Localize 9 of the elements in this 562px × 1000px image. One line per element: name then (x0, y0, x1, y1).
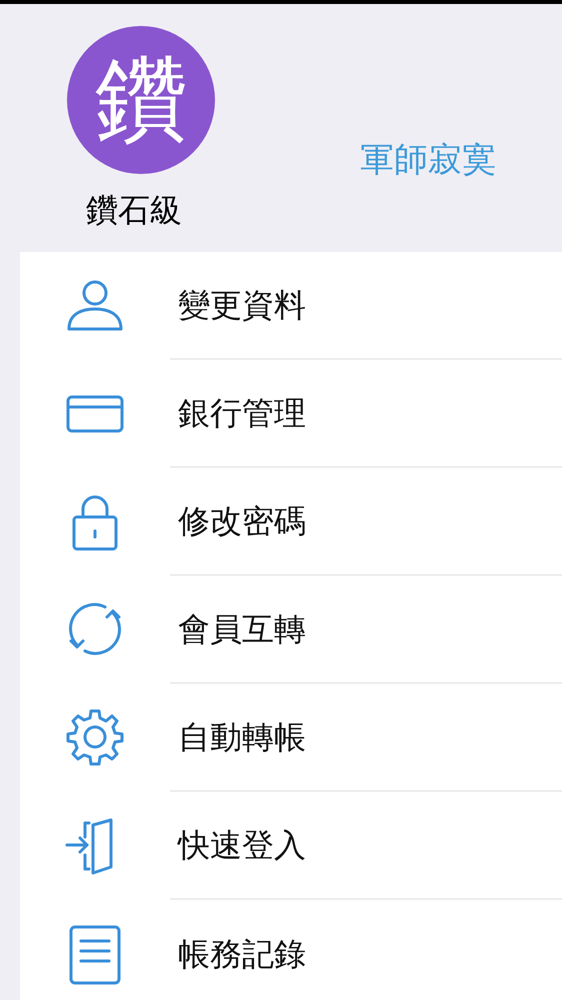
menu-item[interactable]: 自動轉帳 (178, 717, 306, 757)
menu-item[interactable]: 帳務記錄 (178, 934, 306, 974)
menu-item[interactable]: 變更資料 (178, 285, 306, 325)
member-level: 鑽石級 (86, 191, 182, 230)
menu-item[interactable]: 銀行管理 (178, 393, 306, 433)
menu-item[interactable]: 修改密碼 (178, 501, 306, 541)
menu-item[interactable]: 快速登入 (178, 825, 306, 865)
menu-item[interactable]: 會員互轉 (178, 609, 306, 649)
avatar: 鑽 (67, 26, 215, 174)
